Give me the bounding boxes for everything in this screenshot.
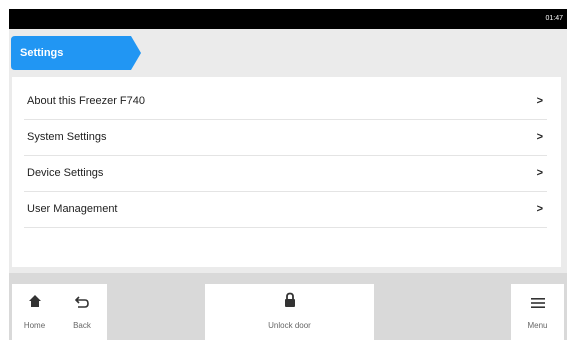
home-label: Home — [23, 321, 46, 330]
menu-label: Menu — [527, 321, 548, 330]
breadcrumb: Settings — [11, 36, 141, 70]
menu-item-device-settings[interactable]: Device Settings > — [12, 155, 561, 191]
menu-item-system-settings[interactable]: System Settings > — [12, 119, 561, 155]
settings-menu-panel: About this Freezer F740 > System Setting… — [12, 77, 561, 267]
chevron-right-icon: > — [536, 95, 543, 107]
back-arrow-icon — [57, 296, 107, 308]
back-label: Back — [73, 321, 91, 330]
menu-item-label: User Management — [27, 203, 118, 215]
menu-item-label: About this Freezer F740 — [27, 95, 146, 107]
chevron-right-icon: > — [536, 131, 543, 143]
status-bar: 01:47 — [9, 9, 567, 29]
back-button[interactable]: Back — [57, 284, 107, 340]
menu-item-label: Device Settings — [27, 167, 104, 179]
home-icon — [12, 294, 57, 308]
unlock-door-button[interactable]: Unlock door — [205, 284, 374, 340]
padlock-icon — [205, 292, 374, 308]
home-button[interactable]: Home — [12, 284, 57, 340]
unlock-door-label: Unlock door — [268, 321, 311, 330]
menu-button[interactable]: Menu — [511, 284, 564, 340]
chevron-right-icon: > — [536, 167, 543, 179]
chevron-right-icon: > — [536, 203, 543, 215]
menu-item-about[interactable]: About this Freezer F740 > — [12, 83, 561, 119]
page-title: Settings — [20, 47, 64, 59]
bottom-nav-bar: Home Back Unlock door Menu — [9, 273, 567, 340]
menu-item-user-management[interactable]: User Management > — [12, 191, 561, 227]
clock-time: 01:47 — [545, 15, 563, 22]
divider — [24, 227, 547, 228]
settings-screen: Settings About this Freezer F740 > Syste… — [9, 29, 567, 340]
hamburger-menu-icon — [511, 298, 564, 308]
menu-item-label: System Settings — [27, 131, 107, 143]
